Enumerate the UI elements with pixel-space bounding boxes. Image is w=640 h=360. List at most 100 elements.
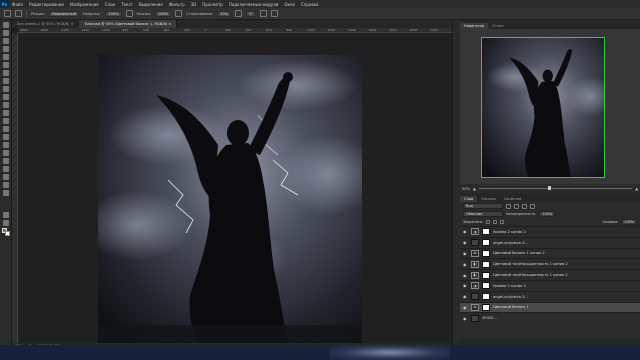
quick-mask-icon[interactable] (3, 212, 9, 218)
filter-pixel-icon[interactable] (506, 203, 511, 209)
move-tool-icon[interactable] (3, 22, 9, 28)
screen-mode-icon[interactable] (3, 220, 9, 226)
menu-layers[interactable]: Слои (102, 2, 118, 7)
menu-window[interactable]: Окно (281, 2, 298, 7)
canvas-area[interactable] (18, 33, 452, 345)
path-select-tool-icon[interactable] (3, 158, 9, 164)
layer-row[interactable]: ◉ ◑ Уровни 2 копия 3 (460, 279, 640, 291)
filter-type-icon[interactable] (522, 203, 527, 209)
layer-mask-thumb[interactable] (482, 271, 490, 279)
visibility-eye-icon[interactable]: ◉ (463, 305, 468, 310)
layer-row-selected[interactable]: ◉ ⚖ Цветовой баланс 1 (460, 301, 640, 313)
visibility-eye-icon[interactable]: ◉ (463, 316, 468, 321)
fill-field[interactable]: 100% (621, 219, 637, 225)
background-color-swatch[interactable] (5, 231, 10, 236)
tab-properties[interactable]: Свойства (500, 196, 526, 202)
marquee-tool-icon[interactable] (3, 30, 9, 36)
pressure-opacity-icon[interactable] (125, 10, 133, 17)
layer-mask-thumb[interactable] (482, 249, 490, 257)
clone-stamp-tool-icon[interactable] (3, 94, 9, 100)
tab-tutorpsd[interactable]: Tutorpsd @ 50% (Цветовой баланс 1, RGB/8… (79, 20, 178, 28)
opacity-field[interactable]: 100% (105, 10, 122, 17)
lock-position-icon[interactable] (493, 220, 498, 224)
filter-adjustment-icon[interactable] (514, 203, 519, 209)
layer-row[interactable]: ◉ angel-sculpture-3... (460, 236, 640, 248)
menu-image[interactable]: Изображение (67, 2, 102, 7)
menu-file[interactable]: Файл (9, 2, 26, 7)
visibility-eye-icon[interactable]: ◉ (463, 229, 468, 234)
smoothing-options-icon[interactable] (235, 10, 243, 17)
tab-untitled[interactable]: Без имени-1 @ 50% (RGB/8) × (12, 20, 80, 28)
layer-mask-thumb[interactable] (482, 293, 490, 301)
layer-row[interactable]: ◉ 39420... (460, 312, 640, 323)
menu-plugins[interactable]: Подключаемые модули (226, 2, 282, 7)
layer-row[interactable]: ◉ ◧ Цветовой тон/Насыщенность 1 копия 2 (460, 258, 640, 269)
menu-edit[interactable]: Редактирование (26, 2, 67, 7)
lock-all-icon[interactable] (500, 220, 505, 224)
dodge-tool-icon[interactable] (3, 134, 9, 140)
gradient-tool-icon[interactable] (3, 118, 9, 124)
blur-tool-icon[interactable] (3, 126, 9, 132)
filter-shape-icon[interactable] (530, 203, 535, 209)
zoom-slider[interactable] (478, 186, 633, 190)
pen-tool-icon[interactable] (3, 142, 9, 148)
visibility-eye-icon[interactable]: ◉ (463, 283, 468, 288)
menu-3d[interactable]: 3D (188, 2, 200, 7)
visibility-eye-icon[interactable]: ◉ (463, 251, 468, 256)
document-canvas[interactable] (98, 55, 362, 345)
visibility-eye-icon[interactable]: ◉ (463, 273, 468, 278)
layer-row[interactable]: ◉ ◧ Цветовой тон/Насыщенность 1 копия 2 (460, 269, 640, 280)
blend-mode-select[interactable]: Обычные (463, 211, 503, 217)
tab-channels[interactable]: Каналы (477, 196, 499, 202)
frame-tool-icon[interactable] (3, 62, 9, 68)
visibility-eye-icon[interactable]: ◉ (463, 240, 468, 245)
zoom-out-icon[interactable]: ▲ (473, 187, 476, 191)
tab-layers[interactable]: Слои (460, 196, 478, 202)
smoothing-field[interactable]: 10% (217, 10, 232, 17)
angle-field[interactable]: 0° (246, 10, 257, 17)
layer-mask-thumb[interactable] (482, 303, 490, 311)
symmetry-icon[interactable] (271, 10, 279, 17)
photoshop-logo-icon[interactable]: Ps (0, 0, 9, 8)
layer-row[interactable]: ◉ ⚖ Цветовой баланс 1 копия 2 (460, 247, 640, 259)
menu-filter[interactable]: Фильтр (166, 2, 188, 7)
menu-view[interactable]: Просмотр (199, 2, 226, 7)
flow-field[interactable]: 100% (154, 10, 172, 17)
brush-settings-icon[interactable] (15, 10, 22, 17)
hand-tool-icon[interactable] (3, 174, 9, 180)
quick-select-tool-icon[interactable] (3, 46, 9, 52)
layer-mask-thumb[interactable] (482, 239, 490, 247)
layer-mask-thumb[interactable] (482, 282, 490, 290)
zoom-tool-icon[interactable] (3, 182, 9, 188)
eyedropper-tool-icon[interactable] (3, 70, 9, 76)
layer-row[interactable]: ◉ ◑ Уровни 2 копия 2 (460, 226, 640, 237)
eraser-tool-icon[interactable] (3, 110, 9, 116)
visibility-eye-icon[interactable]: ◉ (463, 262, 468, 267)
lasso-tool-icon[interactable] (3, 38, 9, 44)
mode-select[interactable]: Нормальный (48, 10, 79, 17)
brush-preset-icon[interactable] (4, 10, 11, 17)
layer-mask-thumb[interactable] (482, 260, 490, 268)
layer-opacity-field[interactable]: 100% (539, 211, 556, 217)
history-brush-tool-icon[interactable] (3, 102, 9, 108)
type-tool-icon[interactable] (3, 150, 9, 156)
crop-tool-icon[interactable] (3, 54, 9, 60)
layer-mask-thumb[interactable] (482, 228, 490, 236)
menu-type[interactable]: Текст (118, 2, 136, 7)
menu-help[interactable]: Справка (298, 2, 322, 7)
navigator-preview[interactable] (481, 37, 605, 178)
lock-pixels-icon[interactable] (486, 220, 491, 224)
brush-tool-icon[interactable] (3, 86, 9, 92)
layer-filter-select[interactable]: Вид (463, 203, 503, 209)
layer-row[interactable]: ◉ angel-sculpture-3... (460, 290, 640, 302)
healing-brush-tool-icon[interactable] (3, 78, 9, 84)
zoom-in-icon[interactable]: ▲ (635, 187, 638, 191)
shape-tool-icon[interactable] (3, 166, 9, 172)
zoom-slider-knob[interactable] (547, 186, 551, 190)
navigator-zoom-value[interactable]: 50% (462, 187, 470, 191)
visibility-eye-icon[interactable]: ◉ (463, 294, 468, 299)
more-tools-icon[interactable] (3, 190, 9, 196)
menu-select[interactable]: Выделение (136, 2, 166, 7)
pressure-size-icon[interactable] (260, 10, 268, 17)
airbrush-icon[interactable] (175, 10, 183, 17)
